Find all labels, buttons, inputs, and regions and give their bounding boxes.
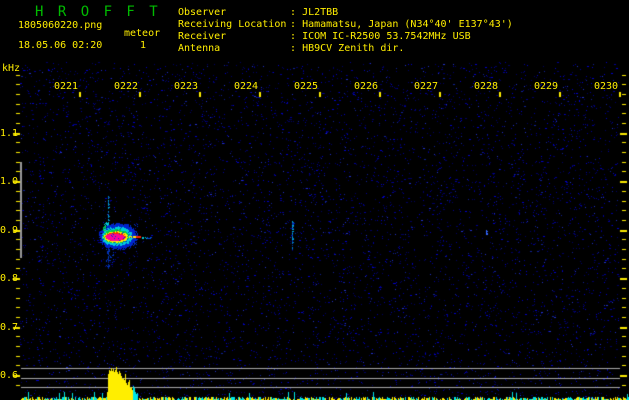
time-label: 0223 [174, 81, 199, 92]
time-label: 0225 [294, 81, 319, 92]
freq-label: 1.1 [0, 128, 19, 139]
time-label: 0226 [354, 81, 379, 92]
meteor-count-label: 1 [140, 40, 147, 51]
separator: : [290, 7, 297, 18]
info-row-receiver: Receiver: ICOM IC-R2500 53.7542MHz USB [178, 31, 471, 42]
location-label: Receiving Location [178, 19, 287, 30]
time-label: 0228 [474, 81, 499, 92]
freq-label: 0.7 [0, 322, 19, 333]
hrofft-screen: H R O F F T 1805060220.png meteor 18.05.… [0, 0, 629, 400]
time-label: 0229 [534, 81, 559, 92]
observer-value: JL2TBB [302, 7, 339, 18]
time-label: 0230 [594, 81, 619, 92]
spectrogram-canvas [0, 0, 629, 400]
mode-label: meteor [124, 28, 161, 39]
time-label: 0224 [234, 81, 259, 92]
antenna-value: HB9CV Zenith dir. [302, 43, 405, 54]
separator: : [290, 31, 297, 42]
filename-label: 1805060220.png [18, 20, 103, 31]
time-label: 0221 [54, 81, 79, 92]
freq-axis-unit: kHz [2, 63, 21, 74]
freq-label: 1.0 [0, 176, 19, 187]
observer-label: Observer [178, 7, 227, 18]
datetime-label: 18.05.06 02:20 [18, 40, 103, 51]
separator: : [290, 43, 297, 54]
info-row-observer: Observer: JL2TBB [178, 7, 338, 18]
freq-label: 0.9 [0, 225, 19, 236]
freq-label: 0.8 [0, 273, 19, 284]
time-label: 0227 [414, 81, 439, 92]
time-label: 0222 [114, 81, 139, 92]
app-title: H R O F F T [35, 4, 161, 20]
separator: : [290, 19, 297, 30]
receiver-label: Receiver [178, 31, 227, 42]
freq-label: 0.6 [0, 370, 19, 381]
info-row-location: Receiving Location: Hamamatsu, Japan (N3… [178, 19, 513, 30]
location-value: Hamamatsu, Japan (N34°40' E137°43') [302, 19, 513, 30]
receiver-value: ICOM IC-R2500 53.7542MHz USB [302, 31, 471, 42]
info-row-antenna: Antenna: HB9CV Zenith dir. [178, 43, 404, 54]
antenna-label: Antenna [178, 43, 221, 54]
